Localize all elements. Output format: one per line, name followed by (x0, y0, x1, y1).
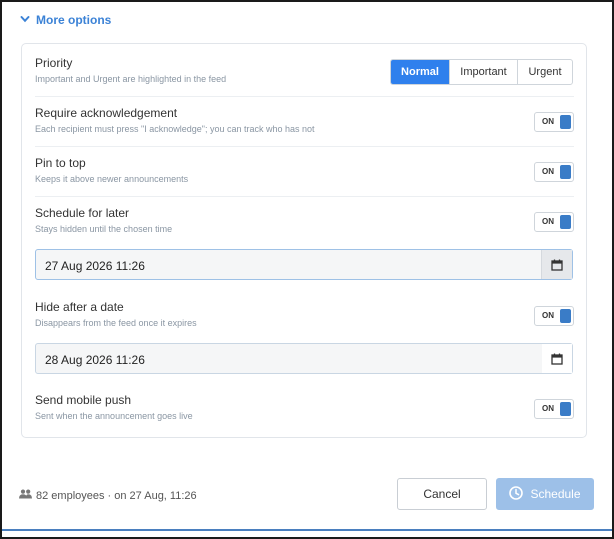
toggle-state-label: ON (542, 217, 554, 226)
toggle-knob (560, 402, 571, 416)
hide-after-description: Disappears from the feed once it expires (35, 318, 197, 328)
clock-icon (509, 485, 524, 503)
priority-title: Priority (35, 56, 73, 70)
calendar-icon[interactable] (542, 344, 572, 373)
pin-toggle[interactable]: ON (534, 162, 574, 182)
toggle-knob (560, 115, 571, 129)
hide-after-datetime-input[interactable]: 28 Aug 2026 11:26 (35, 343, 573, 374)
hide-after-datetime-value: 28 Aug 2026 11:26 (45, 353, 145, 367)
chevron-down-icon (20, 13, 30, 27)
hide-after-title: Hide after a date (35, 300, 124, 314)
schedule-description: Stays hidden until the chosen time (35, 224, 173, 234)
priority-description: Important and Urgent are highlighted in … (35, 74, 227, 84)
priority-option-urgent[interactable]: Urgent (517, 60, 572, 84)
acknowledge-row: Require acknowledgement Each recipient m… (35, 106, 574, 147)
audience-summary: 82 employees · on 27 Aug, 11:26 (19, 489, 197, 502)
push-row: Send mobile push Sent when the announcem… (35, 393, 574, 433)
priority-option-normal[interactable]: Normal (391, 60, 449, 84)
more-options-toggle[interactable]: More options (20, 11, 111, 29)
calendar-icon[interactable] (541, 250, 572, 279)
schedule-datetime-value: 27 Aug 2026 11:26 (45, 259, 145, 273)
schedule-toggle[interactable]: ON (534, 212, 574, 232)
toggle-knob (560, 309, 571, 323)
schedule-datetime-input[interactable]: 27 Aug 2026 11:26 (35, 249, 573, 280)
push-description: Sent when the announcement goes live (35, 411, 193, 421)
cancel-button[interactable]: Cancel (397, 478, 487, 510)
pin-description: Keeps it above newer announcements (35, 174, 189, 184)
hide-after-toggle[interactable]: ON (534, 306, 574, 326)
schedule-button[interactable]: Schedule (496, 478, 594, 510)
push-title: Send mobile push (35, 393, 132, 407)
toggle-knob (560, 215, 571, 229)
toggle-state-label: ON (542, 117, 554, 126)
toggle-state-label: ON (542, 167, 554, 176)
bottom-divider (2, 529, 612, 531)
schedule-button-label: Schedule (530, 487, 581, 501)
pin-title: Pin to top (35, 156, 86, 170)
schedule-title: Schedule for later (35, 206, 130, 220)
acknowledge-toggle[interactable]: ON (534, 112, 574, 132)
toggle-state-label: ON (542, 404, 554, 413)
users-icon (19, 489, 32, 502)
options-panel: Priority Important and Urgent are highli… (21, 43, 587, 438)
priority-segmented-control: Normal Important Urgent (390, 59, 573, 85)
toggle-state-label: ON (542, 311, 554, 320)
acknowledge-description: Each recipient must press "I acknowledge… (35, 124, 315, 134)
hide-after-row: Hide after a date Disappears from the fe… (35, 300, 574, 340)
acknowledge-title: Require acknowledgement (35, 106, 178, 120)
priority-option-important[interactable]: Important (449, 60, 517, 84)
pin-row: Pin to top Keeps it above newer announce… (35, 156, 574, 197)
more-options-label: More options (36, 13, 112, 27)
toggle-knob (560, 165, 571, 179)
audience-summary-text: 82 employees · on 27 Aug, 11:26 (36, 489, 197, 502)
schedule-row: Schedule for later Stays hidden until th… (35, 206, 574, 246)
dialog-frame: More options Priority Important and Urge… (0, 0, 614, 539)
priority-row: Priority Important and Urgent are highli… (35, 56, 574, 97)
push-toggle[interactable]: ON (534, 399, 574, 419)
